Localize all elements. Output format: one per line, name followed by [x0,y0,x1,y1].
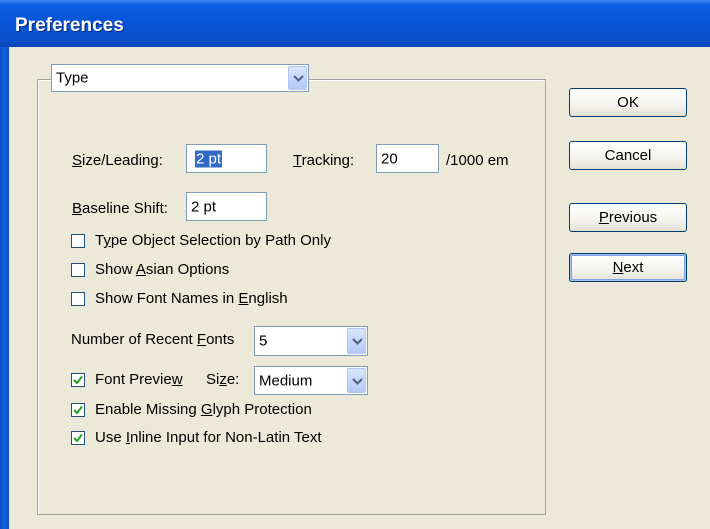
show-font-names-english-checkbox[interactable] [71,292,85,306]
recent-fonts-label: Number of Recent Fonts [71,331,235,348]
tracking-unit: /1000 em [446,152,509,169]
size-leading-value: 2 pt [195,150,223,167]
show-asian-options-label: Show Asian Options [95,261,230,278]
next-button[interactable]: Next [569,253,687,282]
chevron-down-icon[interactable] [347,368,366,393]
checkmark-icon [73,433,83,443]
checkmark-icon [73,375,83,385]
chevron-down-icon[interactable] [288,66,307,90]
missing-glyph-protection-label: Enable Missing Glyph Protection [95,401,312,418]
show-font-names-english-label: Show Font Names in English [95,290,288,307]
inline-input-label: Use Inline Input for Non-Latin Text [95,429,322,446]
tracking-input[interactable]: 20 [376,144,439,173]
section-select[interactable]: Type [51,64,309,92]
missing-glyph-protection-checkbox[interactable] [71,403,85,417]
checkmark-icon [73,405,83,415]
font-preview-size-select[interactable]: Medium [254,366,368,395]
font-preview-size-value: Medium [259,372,313,389]
size-leading-input[interactable]: 2 pt [186,144,267,173]
font-preview-label: Font Preview [95,371,183,388]
baseline-shift-label: Baseline Shift: [72,200,168,217]
section-select-value: Type [56,69,89,87]
previous-button[interactable]: Previous [569,203,687,232]
type-object-selection-label: Type Object Selection by Path Only [95,232,331,249]
tracking-label: Tracking: [293,152,355,169]
baseline-shift-input[interactable]: 2 pt [186,192,267,221]
type-object-selection-checkbox[interactable] [71,234,85,248]
baseline-shift-value: 2 pt [191,198,217,215]
font-preview-size-label: Size: [206,371,240,388]
tracking-value: 20 [381,150,398,167]
recent-fonts-select[interactable]: 5 [254,326,368,356]
recent-fonts-value: 5 [259,332,268,350]
show-asian-options-checkbox[interactable] [71,263,85,277]
inline-input-checkbox[interactable] [71,431,85,445]
ok-button[interactable]: OK [569,88,687,117]
cancel-button[interactable]: Cancel [569,141,687,170]
title-bar[interactable]: Preferences [0,0,710,47]
window-border [0,47,9,529]
size-leading-label: Size/Leading: [72,152,163,169]
font-preview-checkbox[interactable] [71,373,85,387]
chevron-down-icon[interactable] [347,328,366,354]
window-title: Preferences [15,15,124,36]
